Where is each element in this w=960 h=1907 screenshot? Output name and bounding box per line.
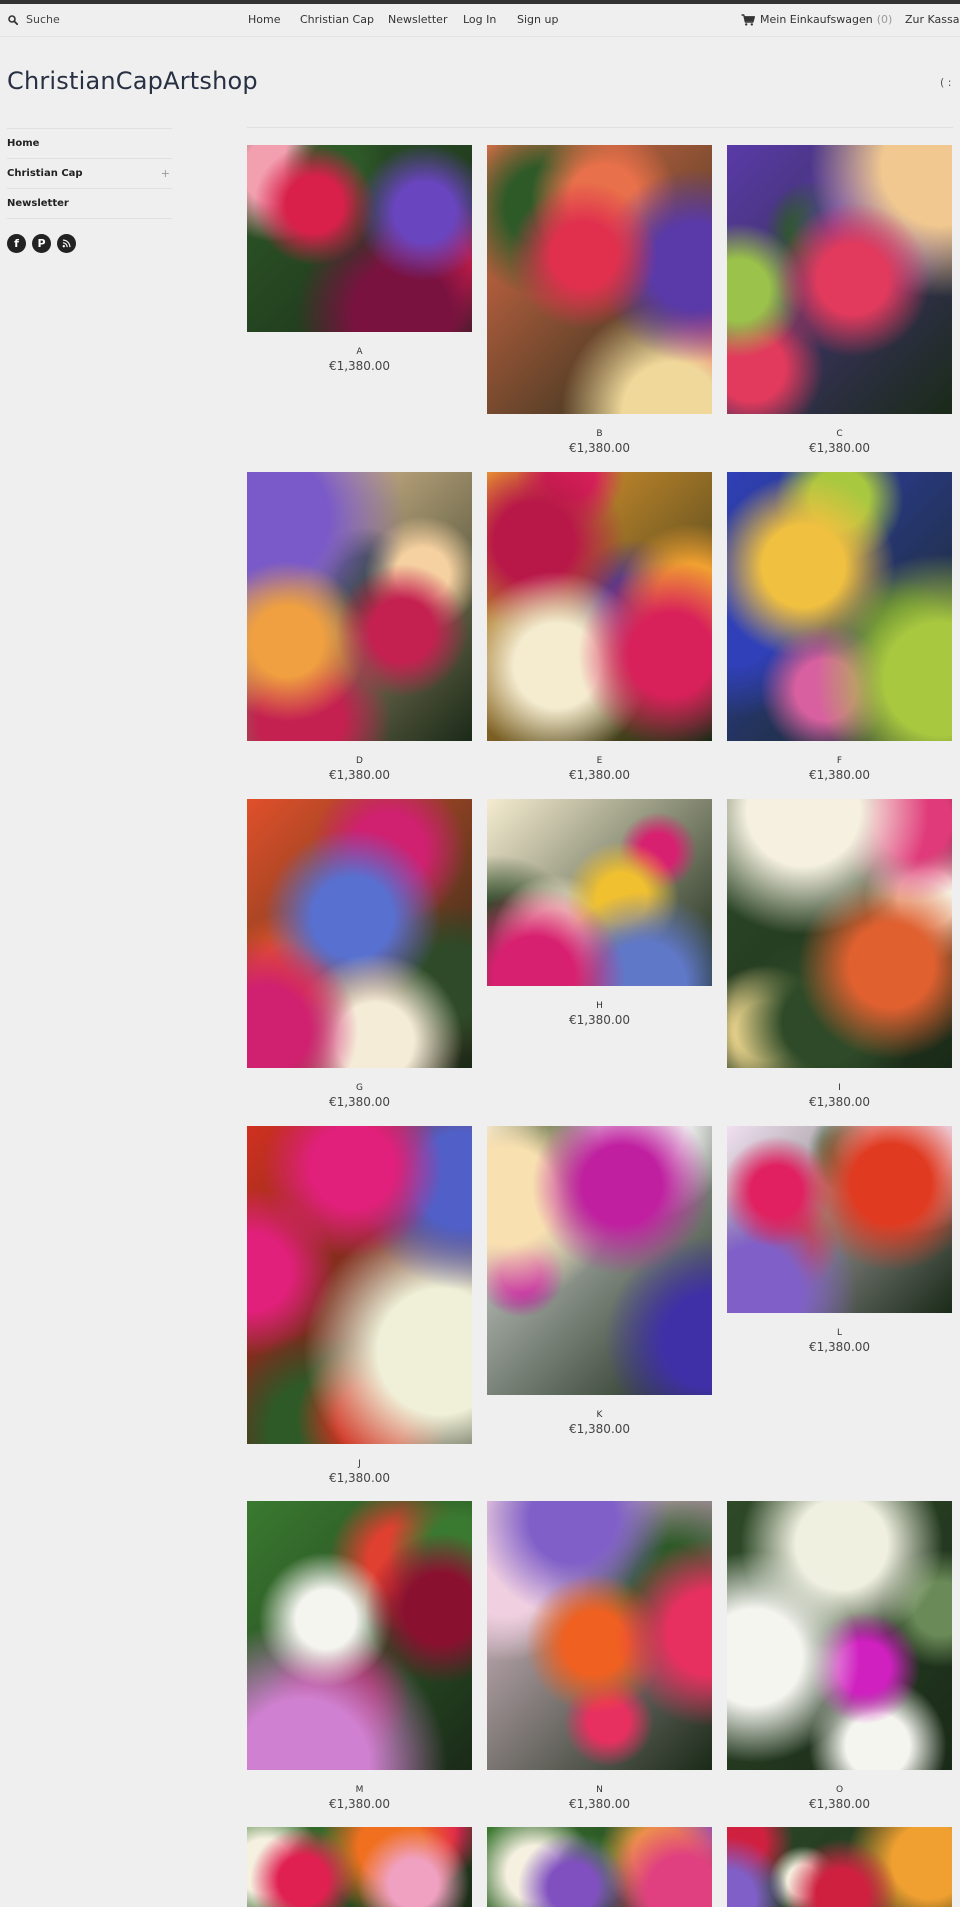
product-image[interactable]: [247, 799, 472, 1068]
product-card[interactable]: G €1,380.00: [247, 799, 472, 1110]
product-card[interactable]: F €1,380.00: [727, 472, 952, 783]
product-image[interactable]: [487, 472, 712, 741]
pinterest-icon[interactable]: P: [32, 234, 51, 253]
sidebar-item-label: Newsletter: [7, 198, 69, 209]
header-emoticon: ( :: [940, 76, 952, 89]
product-name: L: [836, 1328, 842, 1338]
product-price: €1,380.00: [328, 768, 391, 782]
product-name: E: [596, 756, 603, 766]
cart-count: (0): [876, 13, 893, 26]
product-name: H: [596, 1001, 603, 1011]
product-price: €1,380.00: [808, 1797, 871, 1811]
product-price: €1,380.00: [568, 768, 631, 782]
product-image[interactable]: [727, 1501, 952, 1770]
product-card[interactable]: M €1,380.00: [247, 1501, 472, 1812]
product-card[interactable]: C €1,380.00: [727, 145, 952, 456]
product-image[interactable]: [727, 799, 952, 1068]
product-image[interactable]: [487, 1827, 712, 1907]
product-name: C: [836, 429, 843, 439]
product-image[interactable]: [247, 145, 472, 332]
product-card[interactable]: K €1,380.00: [487, 1126, 712, 1437]
shop-title[interactable]: ChristianCapArtshop: [7, 67, 258, 95]
product-price: €1,380.00: [568, 1797, 631, 1811]
product-price: €1,380.00: [808, 768, 871, 782]
product-price: €1,380.00: [808, 1095, 871, 1109]
product-price: €1,380.00: [568, 441, 631, 455]
product-card[interactable]: H €1,380.00: [487, 799, 712, 1028]
product-image[interactable]: [247, 1126, 472, 1444]
product-name: K: [596, 1410, 603, 1420]
nav-item-newsletter[interactable]: Newsletter: [388, 13, 447, 26]
product-card[interactable]: A €1,380.00: [247, 145, 472, 374]
product-card[interactable]: E €1,380.00: [487, 472, 712, 783]
product-image[interactable]: [247, 1501, 472, 1770]
cart-link[interactable]: Mein Einkaufswagen (0): [741, 13, 892, 26]
product-price: €1,380.00: [808, 441, 871, 455]
product-image[interactable]: [487, 799, 712, 986]
product-card[interactable]: B €1,380.00: [487, 145, 712, 456]
sidebar-item-christian-cap[interactable]: Christian Cap +: [7, 158, 172, 188]
expand-plus-icon[interactable]: +: [161, 159, 170, 188]
facebook-icon[interactable]: f: [7, 234, 26, 253]
sidebar-item-newsletter[interactable]: Newsletter: [7, 188, 172, 219]
product-name: M: [355, 1785, 364, 1795]
product-card[interactable]: [247, 1827, 472, 1907]
product-name: I: [838, 1083, 841, 1093]
product-image[interactable]: [487, 1501, 712, 1770]
product-name: O: [835, 1785, 844, 1795]
social-links: f P: [7, 234, 172, 253]
product-price: €1,380.00: [328, 1095, 391, 1109]
nav-item-sign-up[interactable]: Sign up: [517, 13, 558, 26]
product-card[interactable]: L €1,380.00: [727, 1126, 952, 1355]
sidebar-item-label: Home: [7, 138, 40, 149]
product-card[interactable]: D €1,380.00: [247, 472, 472, 783]
product-name: F: [836, 756, 843, 766]
product-price: €1,380.00: [568, 1422, 631, 1436]
product-name: N: [596, 1785, 603, 1795]
product-image[interactable]: [247, 1827, 472, 1907]
content-divider: [247, 127, 953, 128]
product-card[interactable]: [487, 1827, 712, 1907]
product-image[interactable]: [727, 472, 952, 741]
product-card[interactable]: O €1,380.00: [727, 1501, 952, 1812]
sidebar-item-label: Christian Cap: [7, 168, 83, 179]
product-name: J: [358, 1459, 361, 1469]
checkout-link[interactable]: Zur Kassa: [905, 13, 960, 26]
cart-label: Mein Einkaufswagen: [760, 13, 873, 26]
product-image[interactable]: [247, 472, 472, 741]
product-image[interactable]: [727, 1126, 952, 1313]
top-bar: Home Christian Cap Newsletter Log In Sig…: [0, 4, 960, 37]
rss-icon[interactable]: [57, 234, 76, 253]
product-name: B: [596, 429, 603, 439]
nav-item-log-in[interactable]: Log In: [463, 13, 496, 26]
product-name: A: [356, 347, 363, 357]
nav-item-home[interactable]: Home: [248, 13, 280, 26]
product-name: G: [356, 1083, 363, 1093]
product-image[interactable]: [487, 145, 712, 414]
product-image[interactable]: [727, 145, 952, 414]
product-price: €1,380.00: [328, 1471, 391, 1485]
product-price: €1,380.00: [568, 1013, 631, 1027]
nav-item-christian-cap[interactable]: Christian Cap: [300, 13, 374, 26]
shopping-cart-icon: [741, 13, 755, 26]
product-card[interactable]: J €1,380.00: [247, 1126, 472, 1486]
product-price: €1,380.00: [328, 1797, 391, 1811]
product-card[interactable]: I €1,380.00: [727, 799, 952, 1110]
sidebar: Home Christian Cap + Newsletter f P: [7, 128, 172, 253]
product-card[interactable]: N €1,380.00: [487, 1501, 712, 1812]
product-name: D: [356, 756, 363, 766]
sidebar-item-home[interactable]: Home: [7, 128, 172, 158]
product-image[interactable]: [487, 1126, 712, 1395]
product-price: €1,380.00: [808, 1340, 871, 1354]
product-image[interactable]: [727, 1827, 952, 1907]
product-price: €1,380.00: [328, 359, 391, 373]
product-card[interactable]: [727, 1827, 952, 1907]
